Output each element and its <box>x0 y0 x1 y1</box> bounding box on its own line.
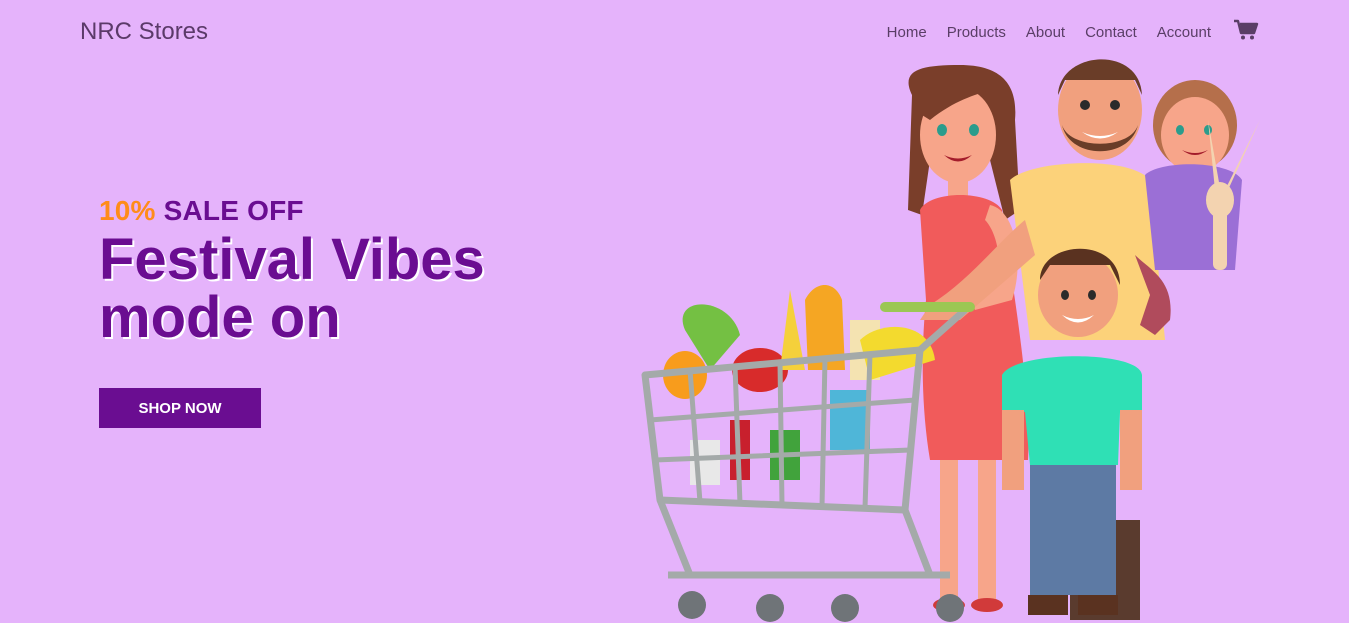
nav-about[interactable]: About <box>1026 24 1065 41</box>
sale-tagline: 10% SALE OFF <box>99 195 619 227</box>
girl-figure <box>1135 80 1260 335</box>
page: NRC Stores Home Products About Contact A… <box>0 0 1349 623</box>
headline-line-1: Festival Vibes <box>99 227 485 292</box>
nav-account[interactable]: Account <box>1157 24 1211 41</box>
hero-headline: Festival Vibes mode on <box>99 231 619 347</box>
hero-text: 10% SALE OFF Festival Vibes mode on <box>99 195 619 347</box>
shop-now-button[interactable]: SHOP NOW <box>99 388 261 428</box>
cart-icon[interactable] <box>1233 19 1259 41</box>
main-nav: Home Products About Contact Account <box>887 19 1259 41</box>
headline-line-2: mode on <box>99 285 341 350</box>
nav-products[interactable]: Products <box>947 24 1006 41</box>
woman-figure <box>908 65 1029 612</box>
family-shopping-illustration <box>641 59 1260 622</box>
nav-home[interactable]: Home <box>887 24 927 41</box>
sale-label: SALE OFF <box>163 195 304 226</box>
discount-percent: 10% <box>99 195 156 226</box>
nav-contact[interactable]: Contact <box>1085 24 1137 41</box>
brand-logo[interactable]: NRC Stores <box>80 18 208 46</box>
